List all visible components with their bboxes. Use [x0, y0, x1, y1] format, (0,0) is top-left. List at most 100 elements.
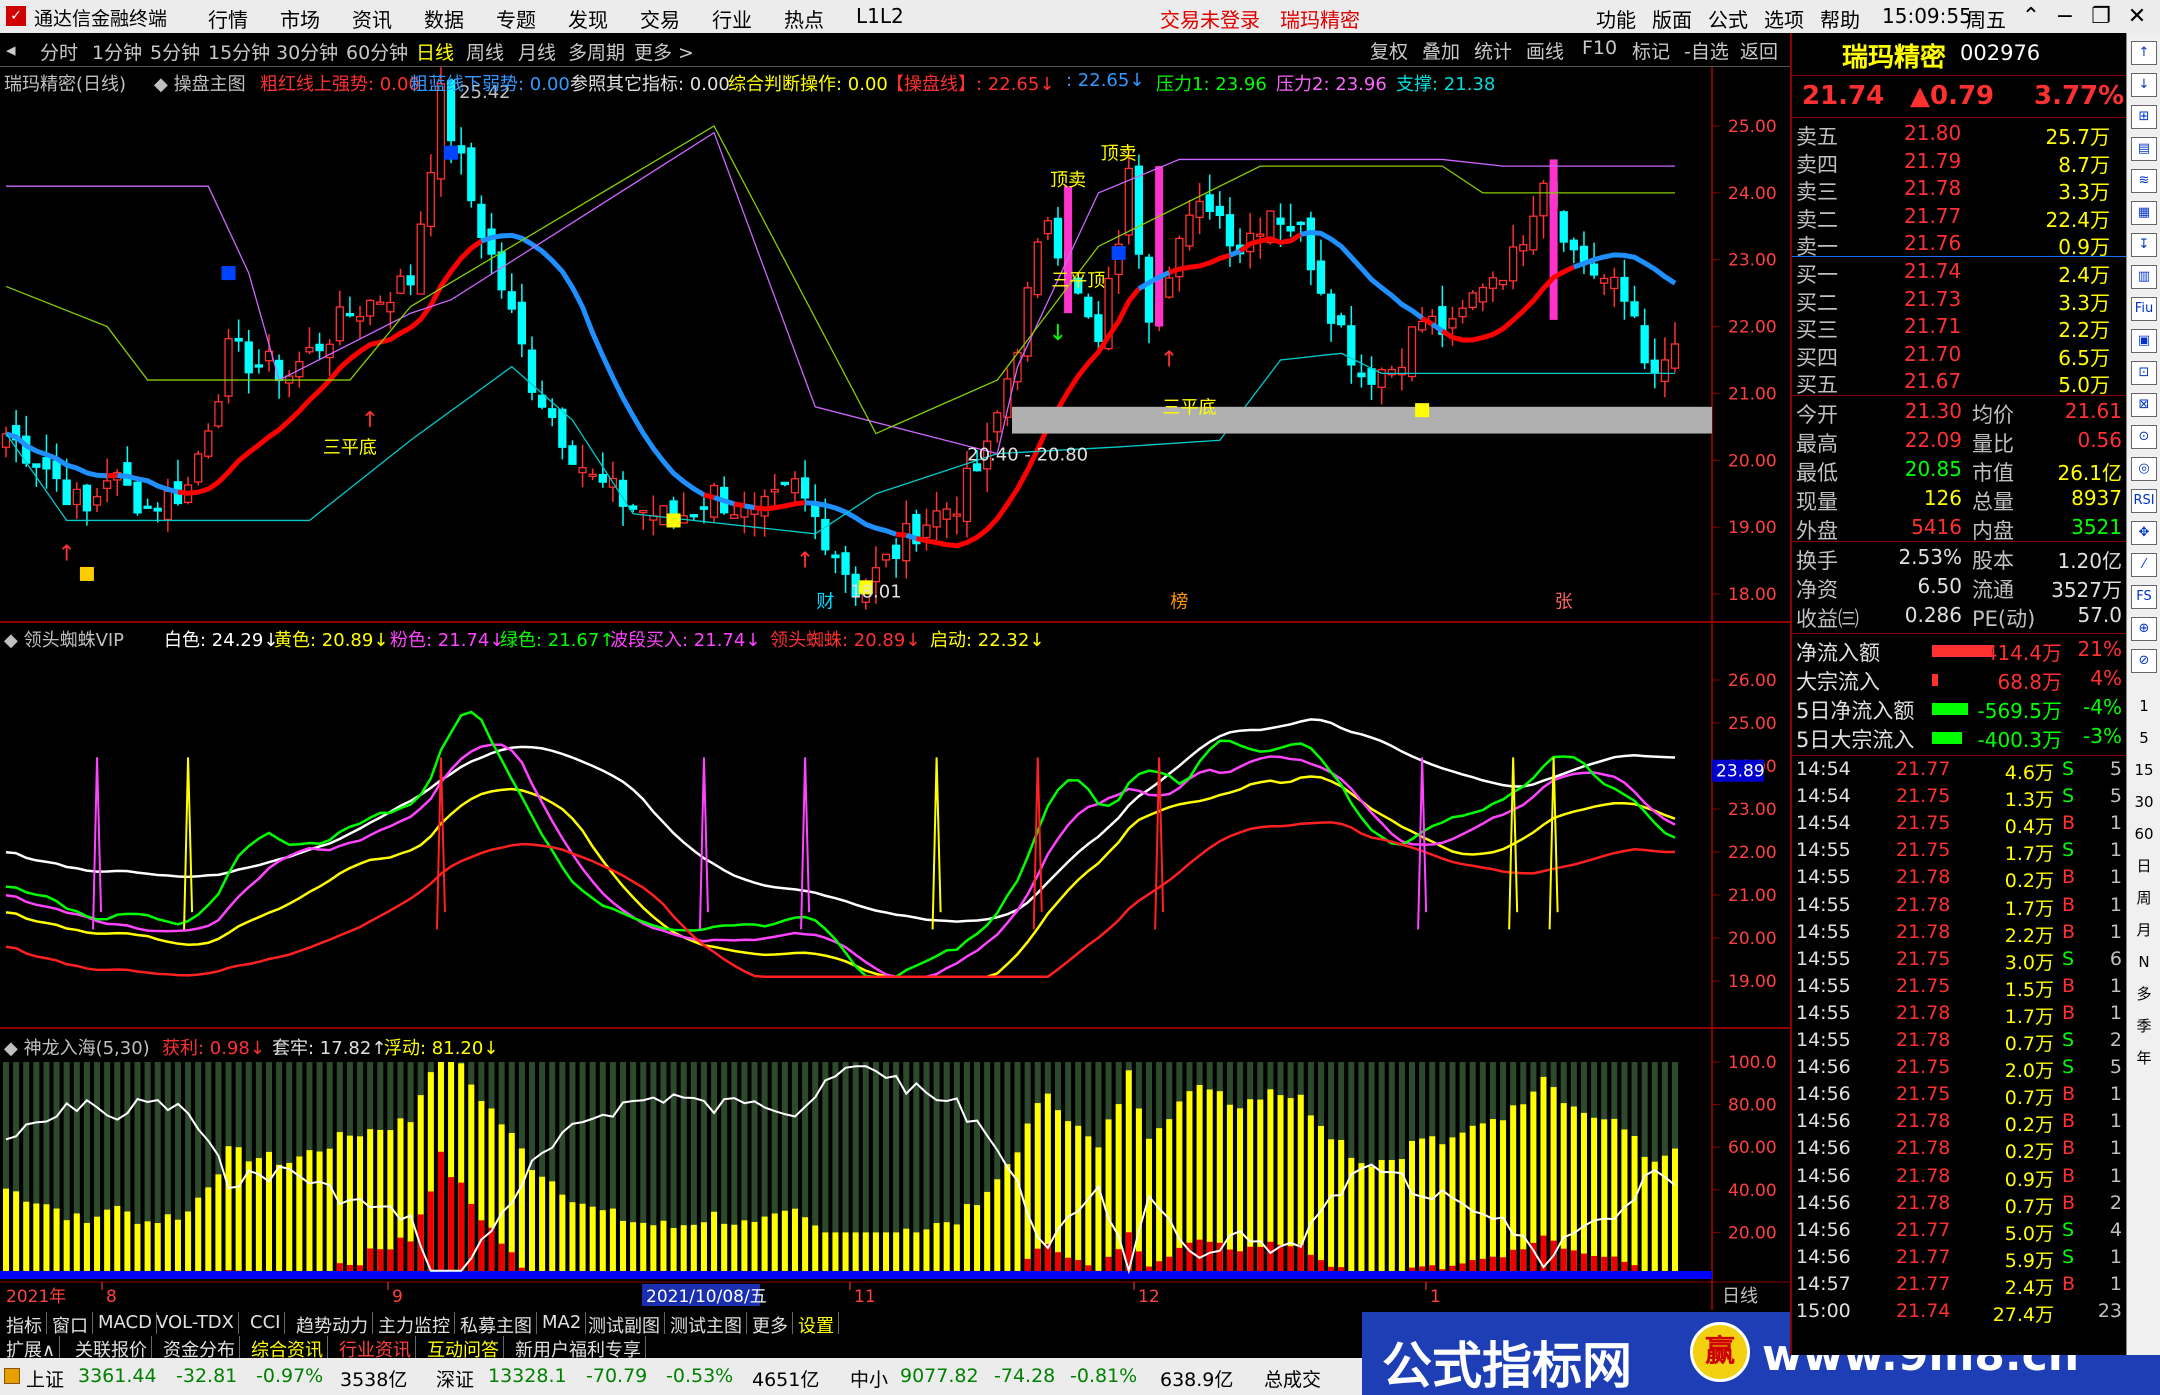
- kline-chart-area[interactable]: 25.00 24.00 23.00 22.00 21.00 20.00 19.00 18.00…: [0, 67, 1790, 1310]
- candle-body[interactable]: [1094, 314, 1103, 342]
- candle-body[interactable]: [1448, 318, 1457, 329]
- candle-body[interactable]: [1225, 214, 1235, 247]
- menu-hangqing[interactable]: 行情: [208, 4, 248, 33]
- candle-body[interactable]: [1316, 260, 1326, 294]
- candle-body[interactable]: [1670, 343, 1680, 369]
- candle-body[interactable]: [1043, 220, 1053, 235]
- side-tool-icon[interactable]: ▥: [2131, 265, 2157, 289]
- menu-bangzhu[interactable]: 帮助: [1820, 4, 1860, 33]
- side-tool-icon[interactable]: ⁄: [2131, 553, 2157, 577]
- bottom-tab-4[interactable]: CCI: [246, 1312, 286, 1334]
- candle-body[interactable]: [244, 341, 253, 374]
- tab-weekly[interactable]: 周线: [466, 38, 504, 65]
- menu-redian[interactable]: 热点: [784, 4, 824, 33]
- candle-body[interactable]: [143, 505, 152, 509]
- candle-body[interactable]: [254, 364, 264, 368]
- side-tool-icon[interactable]: ↑: [2131, 41, 2157, 65]
- candle-body[interactable]: [902, 522, 911, 562]
- candle-body[interactable]: [224, 337, 233, 397]
- indicator-value[interactable]: ◆ 领头蜘蛛VIP: [4, 626, 124, 652]
- candle-body[interactable]: [1053, 217, 1063, 259]
- ask-volume[interactable]: 3.3万: [2010, 176, 2110, 205]
- side-tool-icon[interactable]: 60: [2131, 823, 2157, 847]
- menu-gongshi[interactable]: 公式: [1708, 4, 1748, 33]
- candle-body[interactable]: [659, 505, 668, 526]
- side-tool-icon[interactable]: 5: [2131, 727, 2157, 751]
- bottom-tab-12[interactable]: 设置: [794, 1312, 839, 1337]
- indicator-value[interactable]: 瑞玛精密(日线): [4, 70, 126, 96]
- btn-diejia[interactable]: 叠加: [1422, 37, 1460, 64]
- side-tool-icon[interactable]: ✥: [2131, 521, 2157, 545]
- candle-body[interactable]: [396, 275, 405, 294]
- btn-tongji[interactable]: 统计: [1474, 37, 1512, 64]
- side-tool-icon[interactable]: 日: [2131, 855, 2157, 879]
- side-tool-icon[interactable]: ▦: [2131, 201, 2157, 225]
- side-tool-icon[interactable]: 季: [2131, 1015, 2157, 1039]
- side-tool-icon[interactable]: ⊙: [2131, 425, 2157, 449]
- candle-body[interactable]: [92, 496, 102, 506]
- side-tool-icon[interactable]: ⊡: [2131, 361, 2157, 385]
- menu-zixun[interactable]: 资讯: [352, 4, 392, 33]
- candle-body[interactable]: [962, 467, 972, 523]
- btn-huaxian[interactable]: 画线: [1526, 37, 1564, 64]
- side-tool-icon[interactable]: 30: [2131, 791, 2157, 815]
- menu-xuanxiang[interactable]: 选项: [1764, 4, 1804, 33]
- menu-l1l2[interactable]: L1L2: [856, 4, 904, 28]
- candle-body[interactable]: [689, 514, 698, 518]
- bottom-tab-8[interactable]: MA2: [538, 1312, 587, 1334]
- bid-volume[interactable]: 6.5万: [2010, 342, 2110, 371]
- candle-body[interactable]: [42, 457, 51, 470]
- side-tool-icon[interactable]: 15: [2131, 759, 2157, 783]
- tab-15min[interactable]: 15分钟: [208, 38, 270, 65]
- candle-body[interactable]: [578, 467, 587, 474]
- candle-body[interactable]: [932, 510, 941, 528]
- bottom-tab-1[interactable]: 窗口: [48, 1312, 93, 1337]
- tab-fenshi[interactable]: 分时: [40, 38, 78, 65]
- side-tool-icon[interactable]: FS: [2131, 585, 2157, 609]
- info-tab-3[interactable]: 综合资讯: [247, 1336, 328, 1361]
- candle-body[interactable]: [1559, 211, 1568, 243]
- candle-body[interactable]: [1519, 244, 1528, 252]
- candle-body[interactable]: [436, 83, 446, 180]
- candle-body[interactable]: [1478, 286, 1487, 303]
- side-tool-icon[interactable]: ⊘: [2131, 649, 2157, 673]
- candle-body[interactable]: [1286, 225, 1295, 232]
- info-tab-1[interactable]: 关联报价: [71, 1336, 152, 1361]
- candle-body[interactable]: [153, 507, 162, 512]
- candle-body[interactable]: [406, 275, 415, 286]
- side-tool-icon[interactable]: N: [2131, 951, 2157, 975]
- restore-icon[interactable]: ❐: [2084, 0, 2118, 33]
- candle-body[interactable]: [1407, 326, 1417, 378]
- tab-1min[interactable]: 1分钟: [92, 38, 142, 65]
- candle-body[interactable]: [1610, 276, 1619, 290]
- candle-body[interactable]: [1215, 205, 1224, 216]
- candle-body[interactable]: [831, 554, 840, 559]
- menu-jiaoyi[interactable]: 交易: [640, 4, 680, 33]
- candle-body[interactable]: [770, 488, 779, 493]
- candle-body[interactable]: [1600, 277, 1609, 284]
- candle-body[interactable]: [234, 337, 243, 342]
- ask-volume[interactable]: 8.7万: [2010, 149, 2110, 178]
- candle-body[interactable]: [1589, 263, 1599, 276]
- candle-body[interactable]: [871, 567, 881, 583]
- candle-body[interactable]: [800, 477, 810, 499]
- candle-body[interactable]: [315, 343, 324, 352]
- info-tab-0[interactable]: 扩展∧: [2, 1336, 61, 1361]
- side-tool-icon[interactable]: 月: [2131, 919, 2157, 943]
- candle-body[interactable]: [416, 223, 425, 295]
- side-tool-icon[interactable]: 多: [2131, 983, 2157, 1007]
- side-tool-icon[interactable]: ↧: [2131, 233, 2157, 257]
- side-tool-icon[interactable]: ▣: [2131, 329, 2157, 353]
- candle-body[interactable]: [942, 508, 951, 520]
- candle-body[interactable]: [1529, 215, 1538, 251]
- candle-body[interactable]: [598, 473, 607, 483]
- candle-body[interactable]: [841, 552, 850, 575]
- candle-body[interactable]: [1165, 277, 1174, 298]
- tab-multi-period[interactable]: 多周期: [568, 38, 625, 65]
- bid-volume[interactable]: 5.0万: [2010, 369, 2110, 398]
- candle-body[interactable]: [133, 481, 142, 514]
- minimize-icon[interactable]: −: [2048, 0, 2082, 33]
- indicator-value[interactable]: ◆ 神龙入海(5,30): [4, 1034, 150, 1060]
- bid-volume[interactable]: 2.4万: [2010, 259, 2110, 288]
- btn-biaoji[interactable]: 标记: [1632, 37, 1670, 64]
